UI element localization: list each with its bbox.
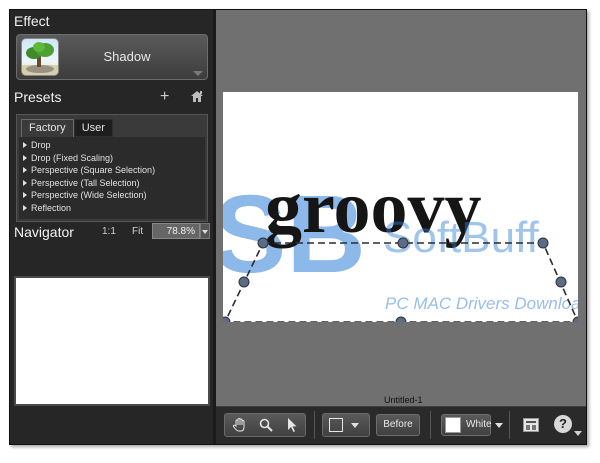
effect-dropdown-icon[interactable] <box>193 71 203 76</box>
tab-factory[interactable]: Factory <box>21 119 74 137</box>
expand-arrow-icon <box>23 192 27 199</box>
selection-handle <box>555 276 567 288</box>
help-dropdown-icon[interactable] <box>574 431 582 436</box>
bottom-toolbar: Before White ? <box>216 406 586 444</box>
zoom-level-field[interactable]: 78.8% <box>152 223 200 239</box>
selection-shape-button[interactable] <box>322 413 370 437</box>
toolbar-separator <box>509 411 510 439</box>
zoom-tool-button[interactable] <box>253 414 279 436</box>
tab-user[interactable]: User <box>73 119 113 137</box>
preset-item-reflection[interactable]: Reflection <box>19 202 205 215</box>
preset-item-perspective-wide[interactable]: Perspective (Wide Selection) <box>19 189 205 202</box>
presets-tabs: Factory User <box>21 118 113 137</box>
toolbar-separator <box>430 411 431 439</box>
presets-section-title: Presets <box>14 89 62 105</box>
before-button[interactable]: Before <box>376 414 420 436</box>
selection-handle <box>238 276 250 288</box>
pointer-icon <box>288 418 297 432</box>
expand-arrow-icon <box>23 142 27 148</box>
selection-handle <box>572 316 578 322</box>
actual-size-button[interactable]: 1:1 <box>102 226 116 237</box>
selection-handle <box>395 316 407 322</box>
help-button[interactable]: ? <box>554 415 572 433</box>
selection-handle <box>537 237 549 249</box>
expand-arrow-icon <box>23 179 27 186</box>
chevron-down-icon <box>351 423 359 428</box>
select-tool-button[interactable] <box>279 414 305 436</box>
effect-thumbnail-icon <box>21 38 59 76</box>
zoom-dropdown-icon[interactable] <box>200 223 210 239</box>
add-preset-button[interactable]: + <box>160 88 169 106</box>
selection-handle <box>257 237 269 249</box>
effect-name: Shadow <box>103 49 151 64</box>
background-color-label: White <box>466 419 492 430</box>
fit-button[interactable]: Fit <box>132 226 143 237</box>
app-window: Effect Shadow Presets + Factory User Dro… <box>9 9 587 445</box>
document-canvas[interactable]: SB groovy SoftBuff PC MAC Drivers Downlo… <box>223 92 578 322</box>
document-title: Untitled-1 <box>384 395 423 405</box>
presets-panel: Factory User Drop Drop (Fixed Scaling) Pe… <box>16 114 208 222</box>
color-swatch <box>445 417 461 433</box>
canvas-area: SB groovy SoftBuff PC MAC Drivers Downlo… <box>216 10 586 406</box>
preset-item-drop[interactable]: Drop <box>19 139 205 152</box>
tool-group <box>224 413 306 437</box>
home-icon[interactable] <box>190 90 204 108</box>
expand-arrow-icon <box>23 154 27 161</box>
expand-arrow-icon <box>23 167 27 174</box>
selection-handle <box>223 316 231 322</box>
left-panel: Effect Shadow Presets + Factory User Dro… <box>10 10 216 444</box>
magnifier-icon <box>259 418 273 432</box>
history-panel-button[interactable] <box>523 418 539 432</box>
toolbar-separator <box>314 411 315 439</box>
background-color-selector[interactable]: White <box>441 414 492 436</box>
navigator-section-title: Navigator <box>14 224 74 240</box>
effect-selector[interactable]: Shadow <box>16 34 208 80</box>
preset-list: Drop Drop (Fixed Scaling) Perspective (S… <box>19 137 205 219</box>
navigator-preview[interactable] <box>14 276 210 406</box>
preset-item-perspective-square[interactable]: Perspective (Square Selection) <box>19 164 205 177</box>
selection-handle <box>397 237 409 249</box>
hand-tool-button[interactable] <box>227 414 253 436</box>
effect-section-title: Effect <box>14 13 50 29</box>
hand-icon <box>232 417 245 432</box>
preset-item-drop-fixed-scaling[interactable]: Drop (Fixed Scaling) <box>19 152 205 165</box>
panel-icon <box>526 421 536 423</box>
expand-arrow-icon <box>23 204 27 211</box>
watermark-brand: SoftBuff <box>383 213 540 262</box>
chevron-down-icon[interactable] <box>495 423 503 428</box>
rectangle-icon <box>329 418 343 432</box>
preset-item-perspective-tall[interactable]: Perspective (Tall Selection) <box>19 177 205 190</box>
watermark-tagline: PC MAC Drivers Download <box>385 294 578 313</box>
